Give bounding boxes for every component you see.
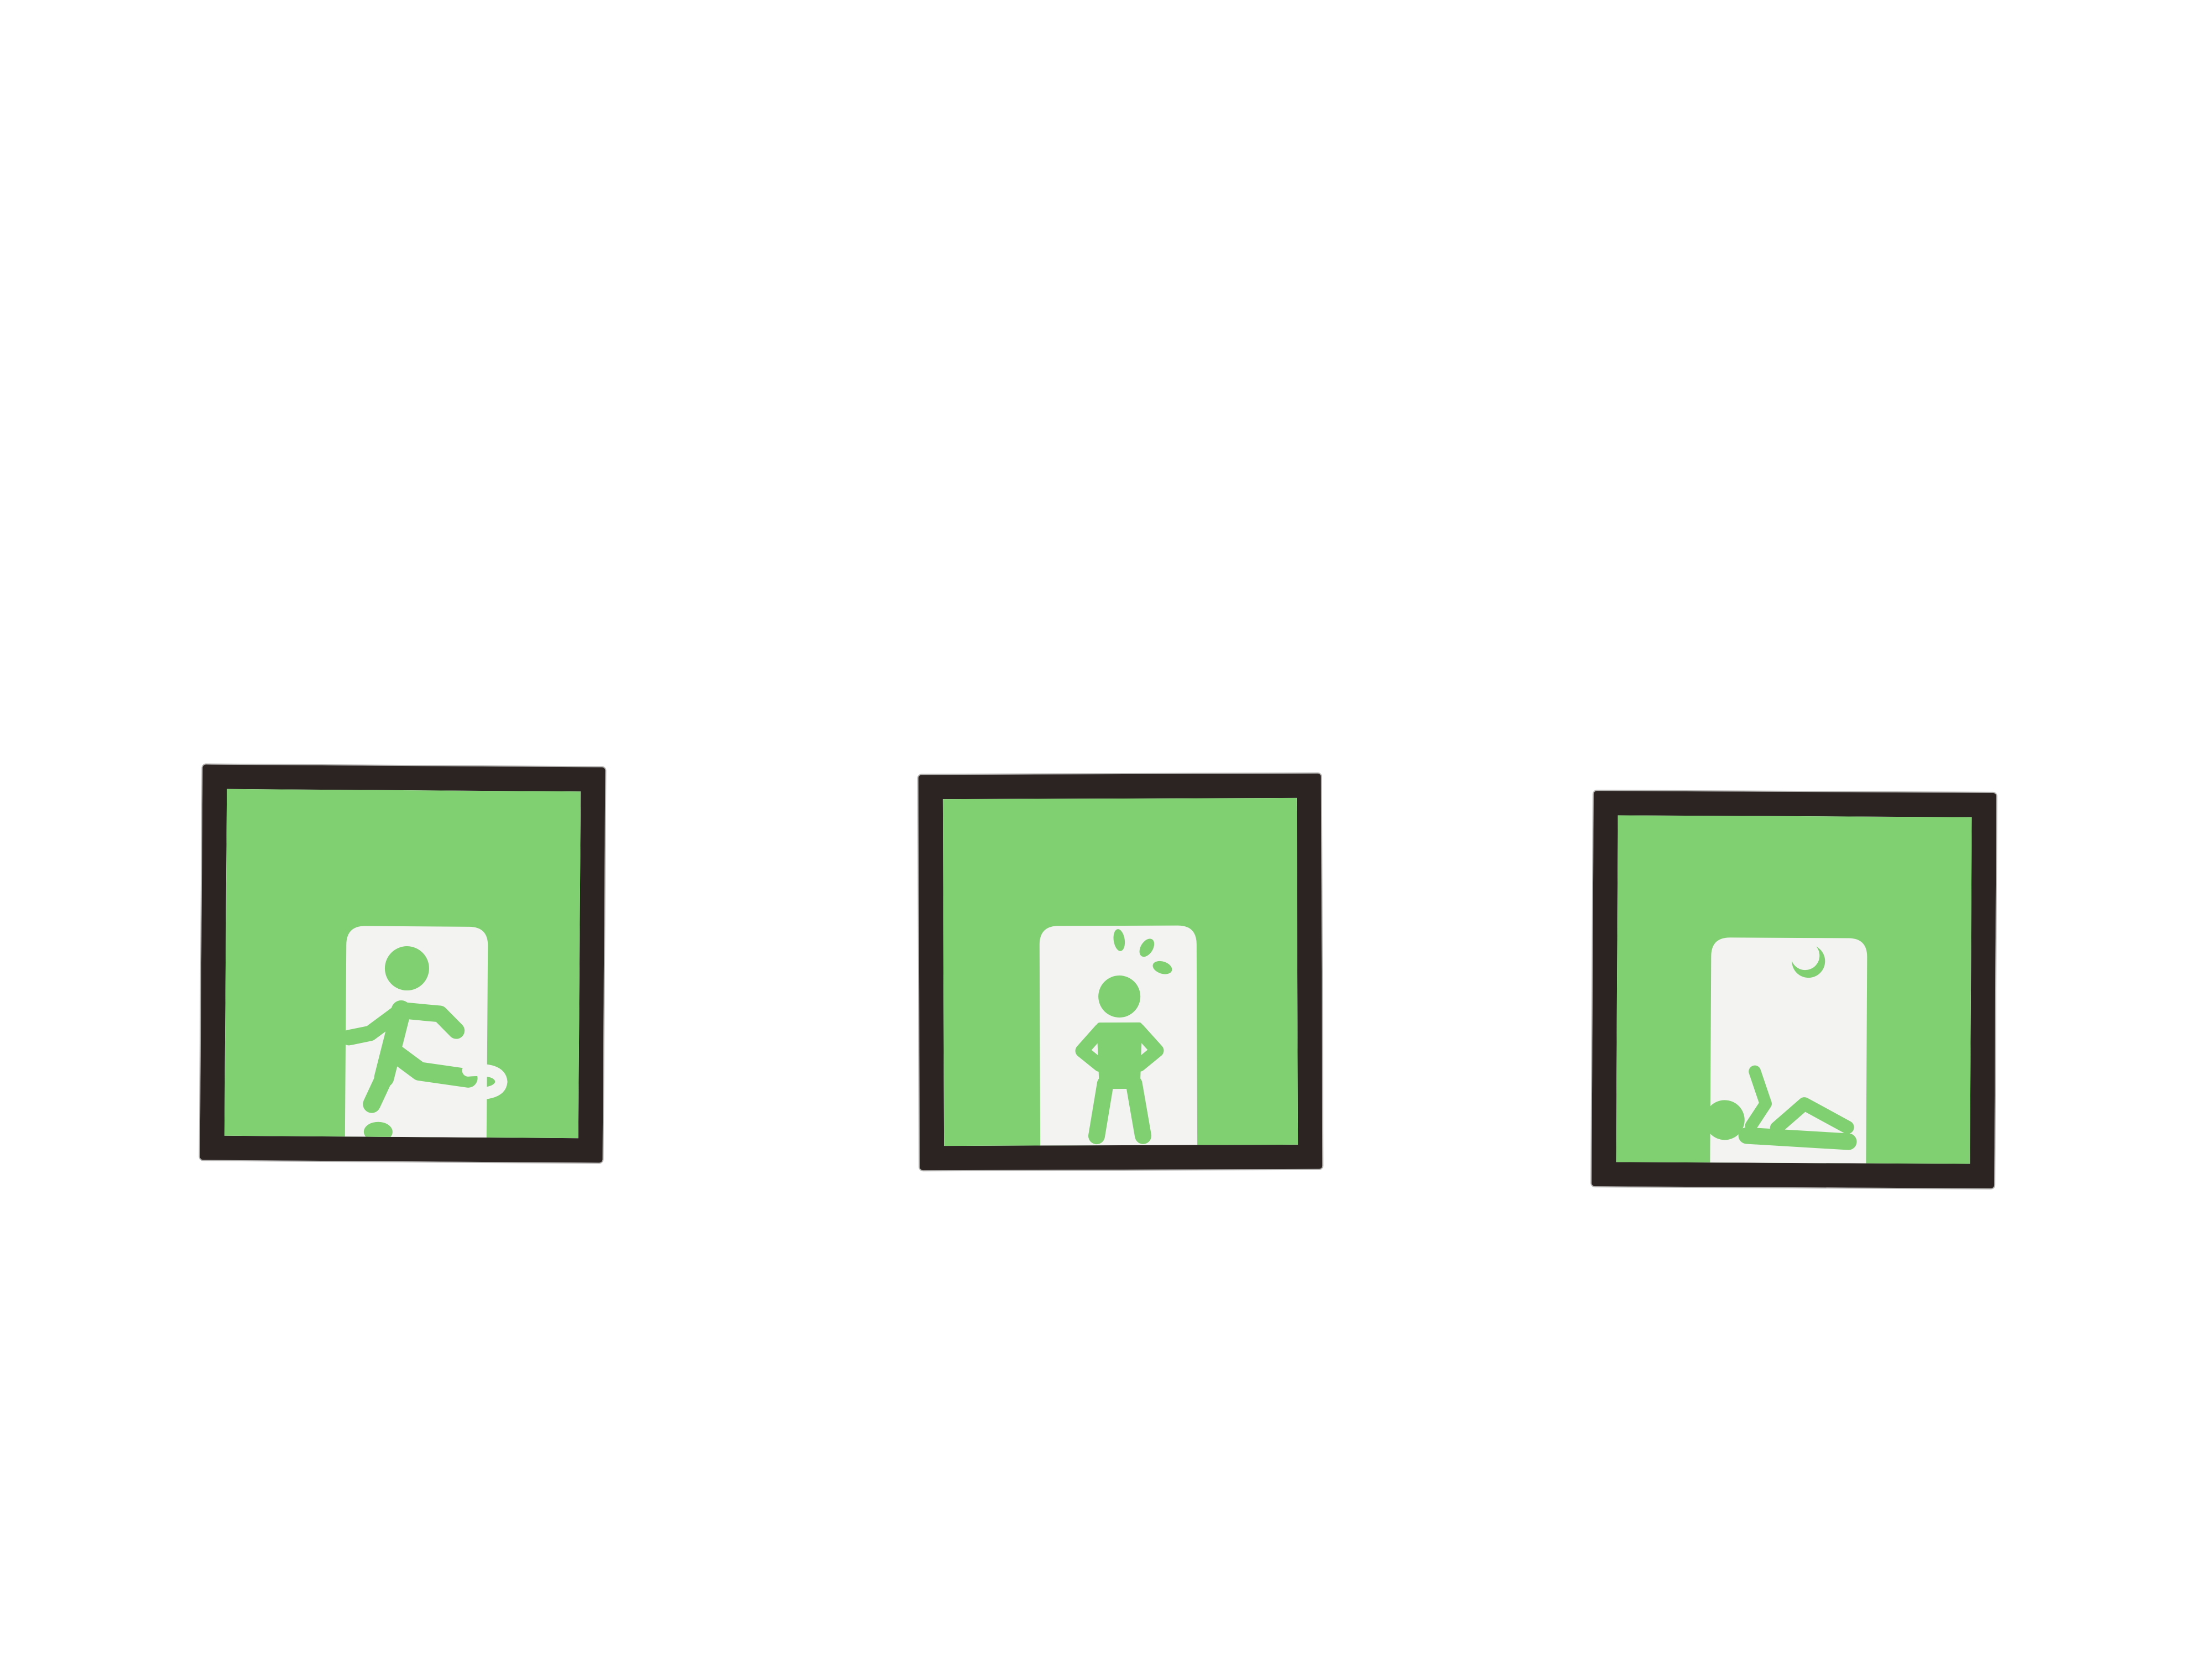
running-person-exit-icon	[224, 789, 581, 1139]
exit-sign-alarmed	[918, 773, 1323, 1171]
illustration-canvas	[0, 0, 2212, 1659]
exit-sign-running	[200, 764, 606, 1163]
sleeping-person-moon-icon	[1616, 815, 1972, 1164]
exit-sign-sleeping	[1592, 791, 1996, 1188]
alarmed-standing-person-icon	[942, 797, 1298, 1146]
